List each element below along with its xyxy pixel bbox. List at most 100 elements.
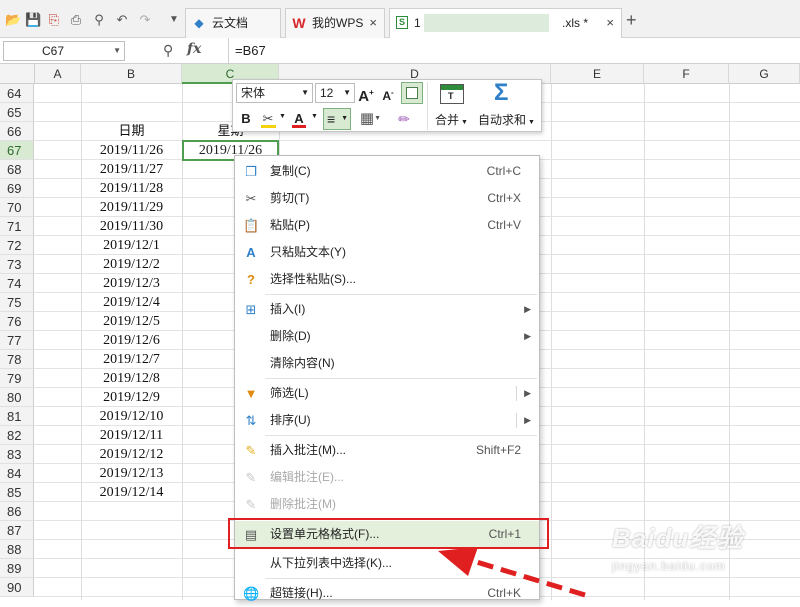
zoom-search-icon[interactable]: ⚲: [163, 42, 173, 59]
autosum-button[interactable]: Σ 自动求和 ▼: [477, 79, 541, 129]
save-icon[interactable]: 💾: [25, 12, 41, 28]
date-cell[interactable]: 2019/12/5: [81, 312, 182, 331]
chevron-down-icon[interactable]: ▼: [279, 113, 286, 120]
row-header-69[interactable]: 69: [0, 179, 34, 198]
open-folder-icon[interactable]: 📂: [5, 12, 21, 28]
column-header-a[interactable]: A: [35, 64, 81, 84]
row-header-87[interactable]: 87: [0, 521, 34, 540]
column-header-b[interactable]: B: [81, 64, 182, 84]
redo-icon[interactable]: ↷: [137, 12, 153, 28]
row-header-79[interactable]: 79: [0, 369, 34, 388]
tab-my-wps[interactable]: W 我的WPS ×: [285, 8, 385, 38]
menu-item-insert[interactable]: ⊞ 插入(I) ▶: [235, 296, 539, 323]
tab-cloud-docs[interactable]: ◆ 云文档: [185, 8, 281, 38]
row-header-73[interactable]: 73: [0, 255, 34, 274]
date-cell[interactable]: 2019/12/9: [81, 388, 182, 407]
quick-access-dropdown-icon[interactable]: ▼: [166, 12, 182, 28]
date-cell[interactable]: 2019/12/1: [81, 236, 182, 255]
font-size-select[interactable]: 12 ▼: [315, 83, 355, 103]
date-cell[interactable]: 2019/11/30: [81, 217, 182, 236]
row-header-67[interactable]: 67: [0, 141, 34, 160]
close-icon[interactable]: ×: [369, 9, 377, 37]
row-header-72[interactable]: 72: [0, 236, 34, 255]
export-pdf-icon[interactable]: ⎘: [46, 12, 62, 28]
date-cell[interactable]: 2019/12/7: [81, 350, 182, 369]
print-preview-icon[interactable]: ⚲: [91, 12, 107, 28]
menu-item-copy[interactable]: ❐ 复制(C) Ctrl+C: [235, 158, 539, 185]
row-header-66[interactable]: 66: [0, 122, 34, 141]
date-cell[interactable]: 2019/11/26: [81, 141, 182, 160]
row-header-77[interactable]: 77: [0, 331, 34, 350]
fill-color-button[interactable]: ✂: [259, 109, 277, 129]
align-button[interactable]: ≡ ▼: [323, 108, 351, 130]
menu-item-cut[interactable]: ✂ 剪切(T) Ctrl+X: [235, 185, 539, 212]
menu-item-insert-comment[interactable]: ✎ 插入批注(M)... Shift+F2: [235, 437, 539, 464]
row-header-81[interactable]: 81: [0, 407, 34, 426]
row-header-90[interactable]: 90: [0, 578, 34, 597]
print-icon[interactable]: ⎙: [68, 12, 84, 28]
date-cell[interactable]: 2019/12/11: [81, 426, 182, 445]
date-cell[interactable]: 2019/12/10: [81, 407, 182, 426]
date-cell[interactable]: 2019/12/8: [81, 369, 182, 388]
date-cell[interactable]: 2019/12/13: [81, 464, 182, 483]
row-header-88[interactable]: 88: [0, 540, 34, 559]
borders-button[interactable]: ▦ ▼: [355, 109, 381, 129]
row-header-80[interactable]: 80: [0, 388, 34, 407]
menu-item-hyperlink[interactable]: 🌐 超链接(H)... Ctrl+K: [235, 580, 539, 607]
close-icon[interactable]: ×: [606, 9, 614, 37]
date-cell[interactable]: 2019/12/2: [81, 255, 182, 274]
new-tab-button[interactable]: +: [626, 10, 637, 30]
row-header-86[interactable]: 86: [0, 502, 34, 521]
date-cell[interactable]: 2019/11/29: [81, 198, 182, 217]
date-cell[interactable]: 2019/11/28: [81, 179, 182, 198]
row-header-83[interactable]: 83: [0, 445, 34, 464]
shrink-font-button[interactable]: A-: [379, 83, 397, 103]
menu-item-pick-from-list[interactable]: 从下拉列表中选择(K)...: [235, 550, 539, 577]
column-header-f[interactable]: F: [644, 64, 729, 84]
row-header-75[interactable]: 75: [0, 293, 34, 312]
row-header-78[interactable]: 78: [0, 350, 34, 369]
menu-item-filter[interactable]: ▼ 筛选(L) ▶: [235, 380, 539, 407]
formula-input[interactable]: =B67: [228, 38, 800, 63]
row-header-89[interactable]: 89: [0, 559, 34, 578]
row-header-82[interactable]: 82: [0, 426, 34, 445]
menu-item-paste-special[interactable]: ? 选择性粘贴(S)...: [235, 266, 539, 293]
row-header-76[interactable]: 76: [0, 312, 34, 331]
row-header-65[interactable]: 65: [0, 103, 34, 122]
row-header-85[interactable]: 85: [0, 483, 34, 502]
font-color-button[interactable]: A: [291, 109, 307, 129]
row-header-68[interactable]: 68: [0, 160, 34, 179]
chevron-down-icon[interactable]: ▼: [311, 113, 318, 120]
row-header-74[interactable]: 74: [0, 274, 34, 293]
row-header-70[interactable]: 70: [0, 198, 34, 217]
bold-button[interactable]: B: [239, 109, 253, 129]
row-header-84[interactable]: 84: [0, 464, 34, 483]
merge-button[interactable]: T 合并 ▼: [433, 83, 473, 129]
date-cell[interactable]: 2019/11/27: [81, 160, 182, 179]
name-box[interactable]: C67 ▼: [3, 41, 125, 61]
date-cell[interactable]: 2019/12/4: [81, 293, 182, 312]
row-header-64[interactable]: 64: [0, 84, 34, 103]
menu-item-delete[interactable]: 删除(D) ▶: [235, 323, 539, 350]
menu-item-sort[interactable]: ⇅ 排序(U) ▶: [235, 407, 539, 434]
menu-item-paste[interactable]: 📋 粘贴(P) Ctrl+V: [235, 212, 539, 239]
format-painter-toggle[interactable]: [401, 82, 423, 104]
row-header-71[interactable]: 71: [0, 217, 34, 236]
eraser-button[interactable]: ✏: [395, 109, 413, 129]
menu-item-clear-contents[interactable]: 清除内容(N): [235, 350, 539, 377]
column-header-e[interactable]: E: [551, 64, 644, 84]
date-cell[interactable]: 2019/12/14: [81, 483, 182, 502]
date-cell[interactable]: 2019/12/6: [81, 331, 182, 350]
tab-active-workbook[interactable]: S 1 .xls * ×: [389, 8, 622, 39]
date-header-cell[interactable]: 日期: [81, 122, 182, 141]
fx-icon[interactable]: fx: [187, 41, 201, 57]
font-name-select[interactable]: 宋体 ▼: [236, 83, 313, 103]
menu-item-paste-text[interactable]: A 只粘贴文本(Y): [235, 239, 539, 266]
chevron-down-icon[interactable]: ▼: [113, 42, 121, 60]
column-header-g[interactable]: G: [729, 64, 800, 84]
grow-font-button[interactable]: A+: [357, 83, 375, 105]
date-cell[interactable]: 2019/12/12: [81, 445, 182, 464]
date-cell[interactable]: 2019/12/3: [81, 274, 182, 293]
undo-icon[interactable]: ↶: [114, 12, 130, 28]
select-all-corner[interactable]: [0, 64, 35, 84]
